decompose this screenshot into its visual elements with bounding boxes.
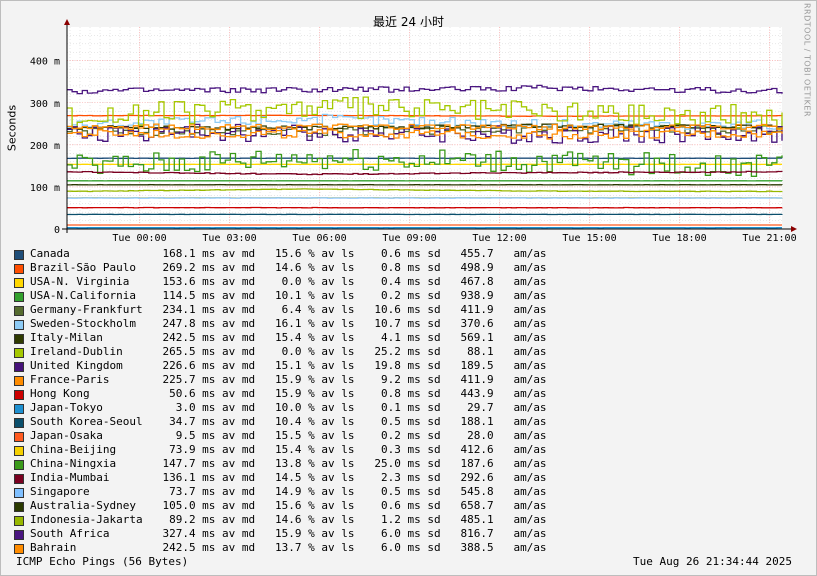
legend-label: Japan-Osaka 9.5 ms av md 15.5 % av ls 0.…: [30, 429, 547, 442]
legend-swatch: [14, 264, 24, 274]
y-tick-label: 400 m: [30, 57, 60, 68]
legend-swatch: [14, 474, 24, 484]
x-tick-label: Tue 09:00: [382, 233, 436, 244]
legend-label: India-Mumbai 136.1 ms av md 14.5 % av ls…: [30, 471, 547, 484]
legend-swatch: [14, 446, 24, 456]
y-tick-label: 200 m: [30, 141, 60, 152]
y-tick-label: 0: [54, 225, 60, 236]
legend-label: Canada 168.1 ms av md 15.6 % av ls 0.6 m…: [30, 247, 547, 260]
legend-label: USA-N. Virginia 153.6 ms av md 0.0 % av …: [30, 275, 547, 288]
x-tick-label: Tue 03:00: [202, 233, 256, 244]
legend-swatch: [14, 544, 24, 554]
legend-label: United Kingdom 226.6 ms av md 15.1 % av …: [30, 359, 547, 372]
legend-swatch: [14, 502, 24, 512]
legend-swatch: [14, 376, 24, 386]
x-tick-labels: Tue 00:00 Tue 03:00 Tue 06:00 Tue 09:00 Tue …: [112, 233, 796, 244]
legend-swatch: [14, 418, 24, 428]
legend-label: Japan-Tokyo 3.0 ms av md 10.0 % av ls 0.…: [30, 401, 547, 414]
legend-label: South Korea-Seoul 34.7 ms av md 10.4 % a…: [30, 415, 547, 428]
legend-swatch: [14, 432, 24, 442]
x-tick-label: Tue 12:00: [472, 233, 526, 244]
x-tick-label: Tue 00:00: [112, 233, 166, 244]
legend-swatch: [14, 488, 24, 498]
legend-label: Ireland-Dublin 265.5 ms av md 0.0 % av l…: [30, 345, 547, 358]
x-axis-arrow: [791, 226, 797, 232]
timestamp: Tue Aug 26 21:34:44 2025: [633, 555, 792, 568]
probe-label: ICMP Echo Pings (56 Bytes): [16, 555, 189, 568]
x-tick-label: Tue 21:00: [742, 233, 796, 244]
legend-swatch: [14, 516, 24, 526]
legend-label: Bahrain 242.5 ms av md 13.7 % av ls 6.0 …: [30, 541, 547, 554]
x-tick-label: Tue 15:00: [562, 233, 616, 244]
legend-label: China-Ningxia 147.7 ms av md 13.8 % av l…: [30, 457, 547, 470]
legend-label: China-Beijing 73.9 ms av md 15.4 % av ls…: [30, 443, 547, 456]
x-tick-label: Tue 18:00: [652, 233, 706, 244]
legend-label: France-Paris 225.7 ms av md 15.9 % av ls…: [30, 373, 547, 386]
legend-swatch: [14, 334, 24, 344]
legend-label: Australia-Sydney 105.0 ms av md 15.6 % a…: [30, 499, 547, 512]
legend-label: Singapore 73.7 ms av md 14.9 % av ls 0.5…: [30, 485, 547, 498]
y-tick-label: 300 m: [30, 99, 60, 110]
ping-chart: 0 100 m 200 m 300 m 400 m Tue 00:00 Tue 03:00…: [30, 19, 797, 244]
legend-label: Indonesia-Jakarta 89.2 ms av md 14.6 % a…: [30, 513, 547, 526]
y-tick-labels: 0 100 m 200 m 300 m 400 m: [30, 57, 60, 236]
y-axis-arrow: [64, 19, 70, 25]
legend-swatch: [14, 320, 24, 330]
legend-label: South Africa 327.4 ms av md 15.9 % av ls…: [30, 527, 547, 540]
legend-swatch: [14, 250, 24, 260]
legend-label: Sweden-Stockholm 247.8 ms av md 16.1 % a…: [30, 317, 547, 330]
legend-swatch: [14, 362, 24, 372]
legend-swatch: [14, 292, 24, 302]
legend-swatch: [14, 278, 24, 288]
legend-label: Germany-Frankfurt 234.1 ms av md 6.4 % a…: [30, 303, 547, 316]
x-tick-label: Tue 06:00: [292, 233, 346, 244]
legend-swatch: [14, 390, 24, 400]
legend-swatch: [14, 404, 24, 414]
legend-label: Hong Kong 50.6 ms av md 15.9 % av ls 0.8…: [30, 387, 547, 400]
legend-label: USA-N.California 114.5 ms av md 10.1 % a…: [30, 289, 547, 302]
legend-swatch: [14, 460, 24, 470]
legend-label: Italy-Milan 242.5 ms av md 15.4 % av ls …: [30, 331, 547, 344]
legend-swatch: [14, 348, 24, 358]
legend-swatch: [14, 306, 24, 316]
y-tick-label: 100 m: [30, 183, 60, 194]
legend-label: Brazil-São Paulo 269.2 ms av md 14.6 % a…: [30, 261, 547, 274]
legend-swatch: [14, 530, 24, 540]
